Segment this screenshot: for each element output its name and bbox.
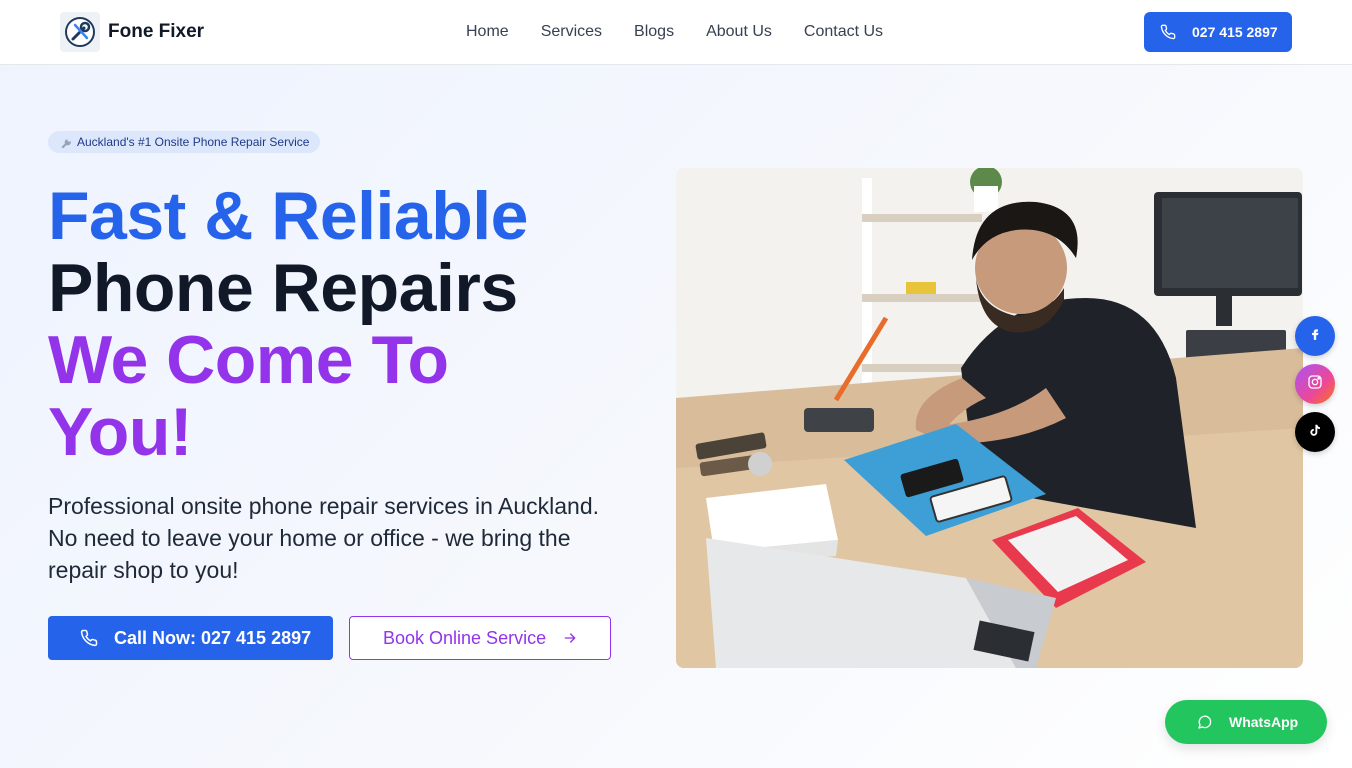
hero-technician-image: [676, 168, 1303, 668]
headline-line-3: We Come To: [48, 322, 449, 398]
whatsapp-label: WhatsApp: [1229, 714, 1299, 730]
facebook-icon: [1308, 327, 1322, 345]
headline-line-4: You!: [48, 394, 193, 470]
brand-name: Fone Fixer: [108, 21, 205, 42]
facebook-button[interactable]: [1295, 316, 1335, 356]
instagram-icon: [1307, 374, 1323, 394]
header-call-button[interactable]: 027 415 2897: [1144, 12, 1292, 52]
arrow-right-icon: [562, 630, 578, 646]
whatsapp-button[interactable]: WhatsApp: [1165, 700, 1327, 744]
hero-description: Professional onsite phone repair service…: [48, 493, 600, 583]
instagram-button[interactable]: [1295, 364, 1335, 404]
book-online-button[interactable]: Book Online Service: [349, 616, 611, 660]
hero-badge-text: Auckland's #1 Onsite Phone Repair Servic…: [77, 135, 310, 149]
wrench-icon: [60, 136, 72, 148]
hero-headline: Fast & Reliable Phone Repairs We Come To…: [48, 180, 668, 468]
tiktok-icon: [1308, 423, 1322, 441]
tiktok-button[interactable]: [1295, 412, 1335, 452]
call-now-label: Call Now: 027 415 2897: [114, 627, 312, 648]
wrench-screwdriver-icon: [60, 12, 100, 52]
hero-badge: Auckland's #1 Onsite Phone Repair Servic…: [48, 131, 321, 153]
nav-contact-us[interactable]: Contact Us: [804, 22, 883, 42]
headline-line-2: Phone Repairs: [48, 250, 518, 326]
nav-blogs[interactable]: Blogs: [634, 22, 674, 42]
site-header: Fone Fixer Home Services Blogs About Us …: [0, 0, 1352, 65]
phone-icon: [80, 629, 98, 647]
headline-line-1: Fast & Reliable: [48, 178, 529, 254]
nav-services[interactable]: Services: [541, 22, 602, 42]
phone-icon: [1160, 24, 1176, 40]
call-now-button[interactable]: Call Now: 027 415 2897: [48, 616, 333, 660]
book-online-label: Book Online Service: [383, 627, 547, 648]
main-nav: Home Services Blogs About Us Contact Us: [466, 22, 915, 42]
whatsapp-icon: [1197, 714, 1213, 730]
brand-logo-link[interactable]: Fone Fixer: [60, 12, 204, 52]
nav-about-us[interactable]: About Us: [706, 22, 772, 42]
nav-home[interactable]: Home: [466, 22, 509, 42]
header-phone-number: 027 415 2897: [1192, 24, 1278, 40]
